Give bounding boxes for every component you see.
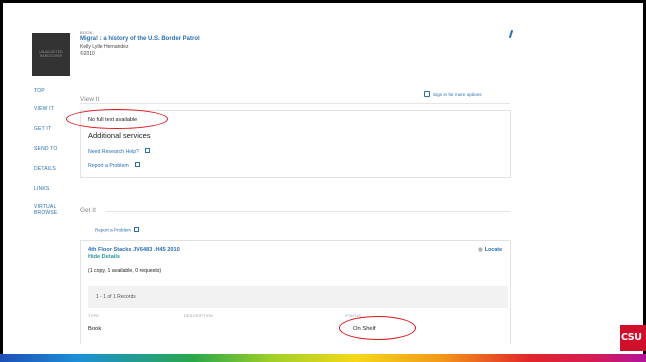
color-stripe: [0, 354, 646, 362]
get-it-report-problem-link[interactable]: Report a Problem: [95, 227, 139, 233]
external-link-icon: [145, 148, 151, 153]
divider: [80, 103, 510, 104]
record-date: ©2010: [80, 51, 95, 57]
item-type: Book: [88, 326, 102, 332]
sign-in-label: Sign in for more options: [433, 92, 482, 97]
research-help-link[interactable]: Need Research Help?: [88, 148, 151, 155]
book-cover: UNJACKETED HARDCOVER: [32, 33, 70, 76]
report-problem-label: Report a Problem: [88, 163, 129, 169]
location-call-number[interactable]: 4th Floor Stacks JV6483 .H45 2010: [88, 247, 180, 253]
locate-label: Locate: [484, 247, 503, 253]
record-title[interactable]: Migra! : a history of the U.S. Border Pa…: [80, 36, 200, 42]
highlight-oval-no-full-text: [66, 109, 168, 129]
research-help-label: Need Research Help?: [88, 149, 140, 155]
external-link-icon: [134, 227, 139, 232]
sign-in-link[interactable]: Sign in for more options: [424, 91, 482, 97]
get-it-report-problem-label: Report a Problem: [95, 227, 132, 233]
view-it-heading: View It: [80, 96, 100, 103]
sign-in-icon: [424, 91, 430, 97]
sidebar-item-view-it[interactable]: VIEW IT: [34, 106, 54, 112]
external-link-icon: [134, 162, 140, 167]
locate-button[interactable]: ◉ Locate: [478, 247, 502, 253]
csu-logo: CSU: [620, 325, 646, 351]
sidebar-item-send-to[interactable]: SEND TO: [34, 146, 57, 152]
sidebar-item-links[interactable]: LINKS: [34, 186, 49, 192]
sidebar-item-virtual-browse[interactable]: VIRTUAL BROWSE: [34, 204, 58, 216]
record-type: BOOK: [80, 30, 93, 35]
availability-summary: (1 copy, 1 available, 0 requests): [88, 268, 162, 274]
column-header-type: TYPE: [88, 314, 100, 318]
get-it-heading: Get It: [80, 207, 96, 214]
additional-services-heading: Additional services: [88, 131, 151, 140]
divider: [106, 211, 510, 212]
record-author: Kelly Lytle Hernandez: [80, 44, 129, 50]
hide-details-link[interactable]: Hide Details: [88, 254, 120, 260]
report-problem-link[interactable]: Report a Problem: [88, 162, 140, 169]
highlight-oval-on-shelf: [339, 316, 416, 340]
sidebar-item-details[interactable]: DETAILS: [34, 166, 56, 172]
sidebar-item-top[interactable]: TOP: [34, 88, 45, 94]
records-bar: [88, 286, 508, 308]
map-marker-icon: ◉: [478, 247, 483, 253]
sidebar-item-get-it[interactable]: GET IT: [34, 126, 51, 132]
column-header-description: DESCRIPTION: [184, 314, 214, 318]
records-count: 1 - 1 of 1 Records: [96, 294, 136, 300]
